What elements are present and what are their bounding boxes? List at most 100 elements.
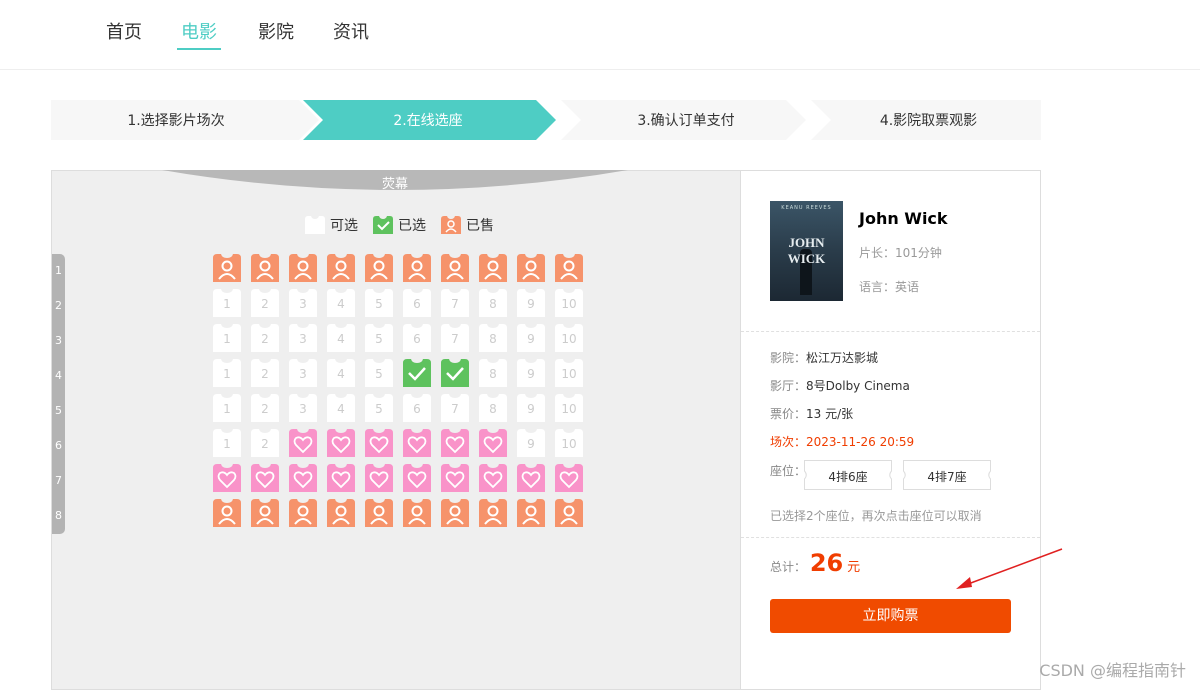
nav-item-home[interactable]: 首页 — [106, 18, 142, 44]
seat-available[interactable]: 1 — [212, 358, 242, 388]
nav-item-cinemas[interactable]: 影院 — [258, 18, 294, 44]
seat-sold — [478, 253, 508, 283]
seat-available[interactable]: 9 — [516, 428, 546, 458]
seat-available[interactable]: 10 — [554, 428, 584, 458]
seat-couple[interactable] — [440, 463, 470, 493]
seat-available[interactable]: 3 — [288, 393, 318, 423]
seat-number: 7 — [451, 332, 459, 346]
seat-available[interactable]: 6 — [402, 323, 432, 353]
seat-available[interactable]: 3 — [288, 358, 318, 388]
total-unit: 元 — [847, 560, 861, 575]
row-number: 6 — [55, 439, 62, 452]
seat-available[interactable]: 3 — [288, 288, 318, 318]
nav-item-movies-label: 电影 — [181, 22, 217, 43]
seat-sold — [364, 498, 394, 528]
showtime-value: 2023-11-26 20:59 — [806, 435, 915, 449]
seat-available[interactable]: 9 — [516, 323, 546, 353]
seat-available[interactable]: 7 — [440, 323, 470, 353]
selected-seat-ticket[interactable]: 4排6座 — [804, 460, 892, 490]
movie-language: 语言：英语 — [859, 280, 920, 294]
seat-sold-icon — [441, 216, 461, 234]
nav-item-news[interactable]: 资讯 — [333, 18, 369, 44]
seat-couple[interactable] — [288, 428, 318, 458]
seat-available[interactable]: 7 — [440, 288, 470, 318]
purchase-steps: 1.选择影片场次 2.在线选座 3.确认订单支付 4.影院取票观影 — [51, 100, 1041, 140]
seat-available[interactable]: 7 — [440, 393, 470, 423]
seat-available[interactable]: 1 — [212, 323, 242, 353]
seat-couple[interactable] — [288, 463, 318, 493]
seat-sold — [554, 253, 584, 283]
seat-number: 4 — [337, 297, 345, 311]
seat-couple[interactable] — [478, 463, 508, 493]
step-1-label: 1.选择影片场次 — [127, 113, 225, 129]
row-number: 3 — [55, 334, 62, 347]
seat-number: 4 — [337, 367, 345, 381]
seat-available[interactable]: 8 — [478, 288, 508, 318]
seat-number: 7 — [451, 402, 459, 416]
seat-available[interactable]: 1 — [212, 428, 242, 458]
seat-available[interactable]: 5 — [364, 323, 394, 353]
row-number: 4 — [55, 369, 62, 382]
seat-available[interactable]: 10 — [554, 323, 584, 353]
seat-available[interactable]: 9 — [516, 288, 546, 318]
seat-number: 4 — [337, 402, 345, 416]
seat-couple[interactable] — [364, 463, 394, 493]
seat-number: 2 — [261, 367, 269, 381]
seat-couple[interactable] — [478, 428, 508, 458]
seat-available[interactable]: 10 — [554, 393, 584, 423]
screen: 荧幕 — [162, 170, 628, 194]
seat-sold — [288, 253, 318, 283]
seat-available[interactable]: 8 — [478, 393, 508, 423]
seat-available[interactable]: 6 — [402, 393, 432, 423]
seat-number: 5 — [375, 367, 383, 381]
seat-couple[interactable] — [212, 463, 242, 493]
seat-sold — [478, 498, 508, 528]
seat-available[interactable]: 9 — [516, 393, 546, 423]
seat-available[interactable]: 8 — [478, 323, 508, 353]
seat-number: 10 — [561, 332, 577, 346]
seat-couple[interactable] — [516, 463, 546, 493]
seat-available[interactable]: 2 — [250, 288, 280, 318]
seat-couple[interactable] — [364, 428, 394, 458]
seat-available[interactable]: 4 — [326, 288, 356, 318]
seat-number: 5 — [375, 297, 383, 311]
seat-couple[interactable] — [326, 463, 356, 493]
seat-selected[interactable] — [440, 358, 470, 388]
seat-available[interactable]: 10 — [554, 288, 584, 318]
seat-available[interactable]: 1 — [212, 288, 242, 318]
seat-available[interactable]: 1 — [212, 393, 242, 423]
seat-available[interactable]: 6 — [402, 288, 432, 318]
top-nav: 首页 电影 影院 资讯 — [0, 0, 1200, 70]
legend-selected: 已选 — [372, 215, 426, 235]
seat-available[interactable]: 5 — [364, 288, 394, 318]
seat-number: 8 — [489, 297, 497, 311]
seat-available[interactable]: 4 — [326, 393, 356, 423]
seat-couple[interactable] — [402, 428, 432, 458]
seat-available[interactable]: 4 — [326, 358, 356, 388]
seat-available[interactable]: 4 — [326, 323, 356, 353]
seat-available[interactable]: 2 — [250, 358, 280, 388]
seat-sold — [402, 498, 432, 528]
seat-couple[interactable] — [326, 428, 356, 458]
seat-available[interactable]: 10 — [554, 358, 584, 388]
seat-available[interactable]: 5 — [364, 358, 394, 388]
movie-title: John Wick — [859, 209, 948, 228]
seat-available[interactable]: 5 — [364, 393, 394, 423]
seat-available[interactable]: 2 — [250, 393, 280, 423]
seat-number: 9 — [527, 402, 535, 416]
seat-available[interactable]: 2 — [250, 428, 280, 458]
seat-available[interactable]: 3 — [288, 323, 318, 353]
buy-now-button[interactable]: 立即购票 — [770, 599, 1011, 633]
seat-couple[interactable] — [554, 463, 584, 493]
seat-couple[interactable] — [440, 428, 470, 458]
selected-seat-ticket[interactable]: 4排7座 — [903, 460, 991, 490]
seat-available[interactable]: 8 — [478, 358, 508, 388]
seat-number: 6 — [413, 332, 421, 346]
seat-couple[interactable] — [402, 463, 432, 493]
watermark: CSDN @编程指南针 — [1039, 661, 1186, 680]
nav-item-movies[interactable]: 电影 — [177, 18, 221, 50]
seat-available[interactable]: 9 — [516, 358, 546, 388]
seat-selected[interactable] — [402, 358, 432, 388]
seat-couple[interactable] — [250, 463, 280, 493]
seat-available[interactable]: 2 — [250, 323, 280, 353]
